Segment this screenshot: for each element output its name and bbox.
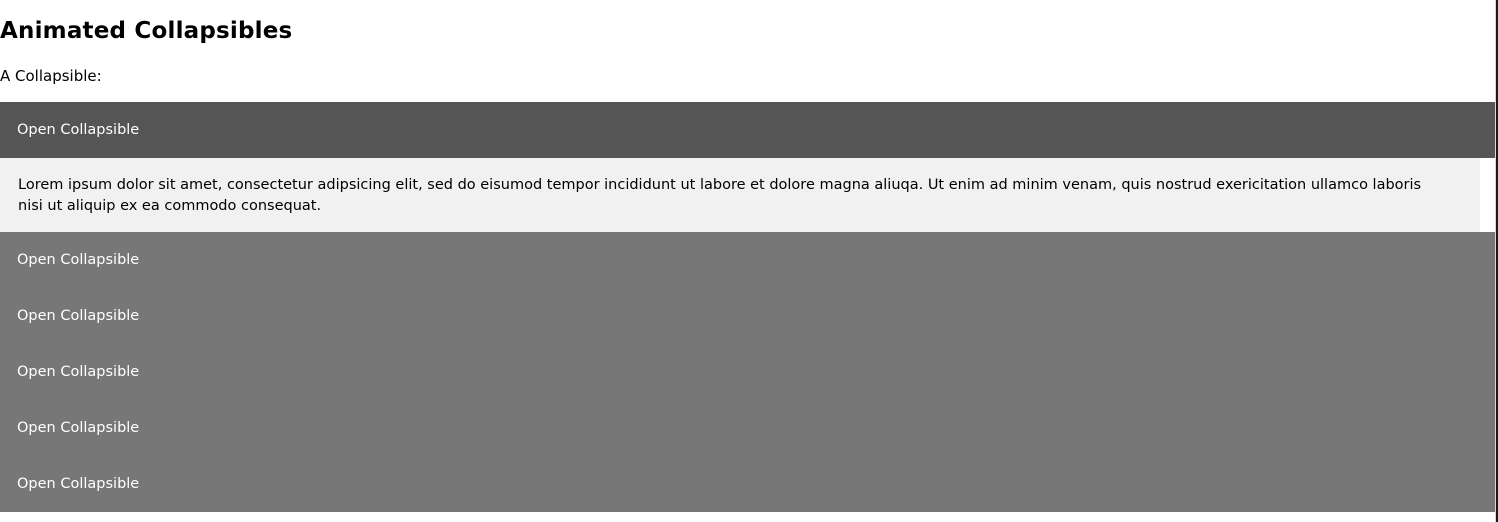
accordion: Open Collapsible Lorem ipsum dolor sit a… [0, 102, 1496, 512]
collapsible-content-1: Lorem ipsum dolor sit amet, consectetur … [0, 158, 1480, 232]
collapsible-button-1[interactable]: Open Collapsible [0, 102, 1496, 158]
page: Animated Collapsibles A Collapsible: Ope… [0, 0, 1496, 522]
collapsible-button-3[interactable]: Open Collapsible [0, 288, 1496, 344]
collapsible-button-5[interactable]: Open Collapsible [0, 400, 1496, 456]
page-title: Animated Collapsibles [0, 18, 293, 44]
collapsible-button-2[interactable]: Open Collapsible [0, 232, 1496, 288]
collapsible-button-4[interactable]: Open Collapsible [0, 344, 1496, 400]
collapsible-button-6[interactable]: Open Collapsible [0, 456, 1496, 512]
intro-text: A Collapsible: [0, 67, 102, 85]
collapsible-content-text: Lorem ipsum dolor sit amet, consectetur … [18, 177, 1422, 214]
